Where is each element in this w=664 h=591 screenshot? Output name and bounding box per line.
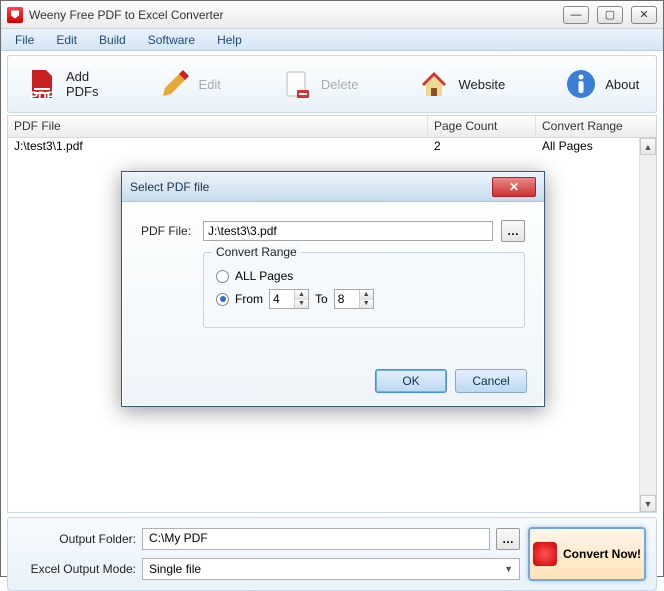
info-icon: [565, 68, 597, 100]
output-folder-input[interactable]: C:\My PDF: [142, 528, 490, 550]
menu-build[interactable]: Build: [89, 31, 136, 49]
menu-software[interactable]: Software: [138, 31, 205, 49]
radio-from[interactable]: [216, 293, 229, 306]
chevron-down-icon: ▼: [504, 564, 513, 574]
dialog-titlebar: Select PDF file ✕: [122, 172, 544, 202]
app-icon: [7, 7, 23, 23]
output-mode-label: Excel Output Mode:: [18, 562, 136, 576]
close-button[interactable]: ✕: [631, 6, 657, 24]
ok-button[interactable]: OK: [375, 369, 447, 393]
to-up-icon[interactable]: ▲: [360, 290, 373, 300]
to-value[interactable]: [335, 290, 359, 308]
from-up-icon[interactable]: ▲: [295, 290, 308, 300]
all-pages-label: ALL Pages: [235, 269, 293, 283]
to-down-icon[interactable]: ▼: [360, 300, 373, 309]
browse-output-button[interactable]: …: [496, 528, 520, 550]
radio-all-pages[interactable]: [216, 270, 229, 283]
dialog-body: PDF File: J:\test3\3.pdf … Convert Range…: [122, 202, 544, 406]
list-header: PDF File Page Count Convert Range: [8, 116, 656, 138]
output-folder-label: Output Folder:: [18, 532, 136, 546]
home-icon: [418, 68, 450, 100]
from-value[interactable]: [270, 290, 294, 308]
toolbar: PDF Add PDFs Edit Delete Website: [7, 55, 657, 113]
window-title: Weeny Free PDF to Excel Converter: [29, 8, 563, 22]
about-label: About: [605, 77, 639, 92]
website-label: Website: [458, 77, 505, 92]
from-label: From: [235, 292, 263, 306]
edit-button[interactable]: Edit: [149, 64, 231, 104]
main-window: Weeny Free PDF to Excel Converter — ▢ ✕ …: [0, 0, 664, 577]
output-mode-value: Single file: [149, 562, 201, 576]
from-spinner[interactable]: ▲▼: [269, 289, 309, 309]
column-convert-range[interactable]: Convert Range: [536, 116, 656, 137]
select-pdf-dialog: Select PDF file ✕ PDF File: J:\test3\3.p…: [121, 171, 545, 407]
delete-icon: [281, 68, 313, 100]
bottom-left: Output Folder: C:\My PDF … Excel Output …: [18, 528, 520, 580]
window-controls: — ▢ ✕: [563, 6, 657, 24]
add-pdfs-button[interactable]: PDF Add PDFs: [16, 64, 109, 104]
cell-page-count: 2: [428, 138, 536, 156]
column-pdf-file[interactable]: PDF File: [8, 116, 428, 137]
scroll-up-button[interactable]: ▲: [640, 138, 656, 155]
convert-range-group: Convert Range ALL Pages From ▲▼ To ▲▼: [203, 252, 525, 328]
edit-label: Edit: [199, 77, 221, 92]
delete-label: Delete: [321, 77, 359, 92]
delete-button[interactable]: Delete: [271, 64, 369, 104]
convert-icon: [533, 542, 557, 566]
menu-edit[interactable]: Edit: [46, 31, 87, 49]
column-page-count[interactable]: Page Count: [428, 116, 536, 137]
scroll-down-button[interactable]: ▼: [640, 495, 656, 512]
cell-convert-range: All Pages: [536, 138, 656, 156]
pencil-icon: [159, 68, 191, 100]
bottom-panel: Output Folder: C:\My PDF … Excel Output …: [7, 517, 657, 591]
convert-range-legend: Convert Range: [212, 245, 301, 259]
pdf-file-label: PDF File:: [141, 224, 195, 238]
dialog-close-button[interactable]: ✕: [492, 177, 536, 197]
titlebar: Weeny Free PDF to Excel Converter — ▢ ✕: [1, 1, 663, 29]
list-row[interactable]: J:\test3\1.pdf 2 All Pages: [8, 138, 656, 156]
menubar: File Edit Build Software Help: [1, 29, 663, 51]
menu-help[interactable]: Help: [207, 31, 252, 49]
browse-pdf-button[interactable]: …: [501, 220, 525, 242]
dialog-title: Select PDF file: [130, 180, 209, 194]
pdf-icon: PDF: [26, 68, 58, 100]
convert-now-label: Convert Now!: [563, 547, 641, 561]
from-down-icon[interactable]: ▼: [295, 300, 308, 309]
to-label: To: [315, 292, 328, 306]
menu-file[interactable]: File: [5, 31, 44, 49]
maximize-button[interactable]: ▢: [597, 6, 623, 24]
svg-text:PDF: PDF: [30, 89, 54, 100]
add-pdfs-label: Add PDFs: [66, 69, 99, 99]
radio-all-pages-row[interactable]: ALL Pages: [216, 269, 512, 283]
about-button[interactable]: About: [555, 64, 649, 104]
minimize-button[interactable]: —: [563, 6, 589, 24]
convert-now-button[interactable]: Convert Now!: [528, 527, 646, 581]
pdf-file-input[interactable]: J:\test3\3.pdf: [203, 221, 493, 241]
cell-pdf-file: J:\test3\1.pdf: [8, 138, 428, 156]
cancel-button[interactable]: Cancel: [455, 369, 527, 393]
vertical-scrollbar[interactable]: ▲ ▼: [639, 138, 656, 512]
radio-from-row[interactable]: From ▲▼ To ▲▼: [216, 289, 512, 309]
to-spinner[interactable]: ▲▼: [334, 289, 374, 309]
website-button[interactable]: Website: [408, 64, 515, 104]
